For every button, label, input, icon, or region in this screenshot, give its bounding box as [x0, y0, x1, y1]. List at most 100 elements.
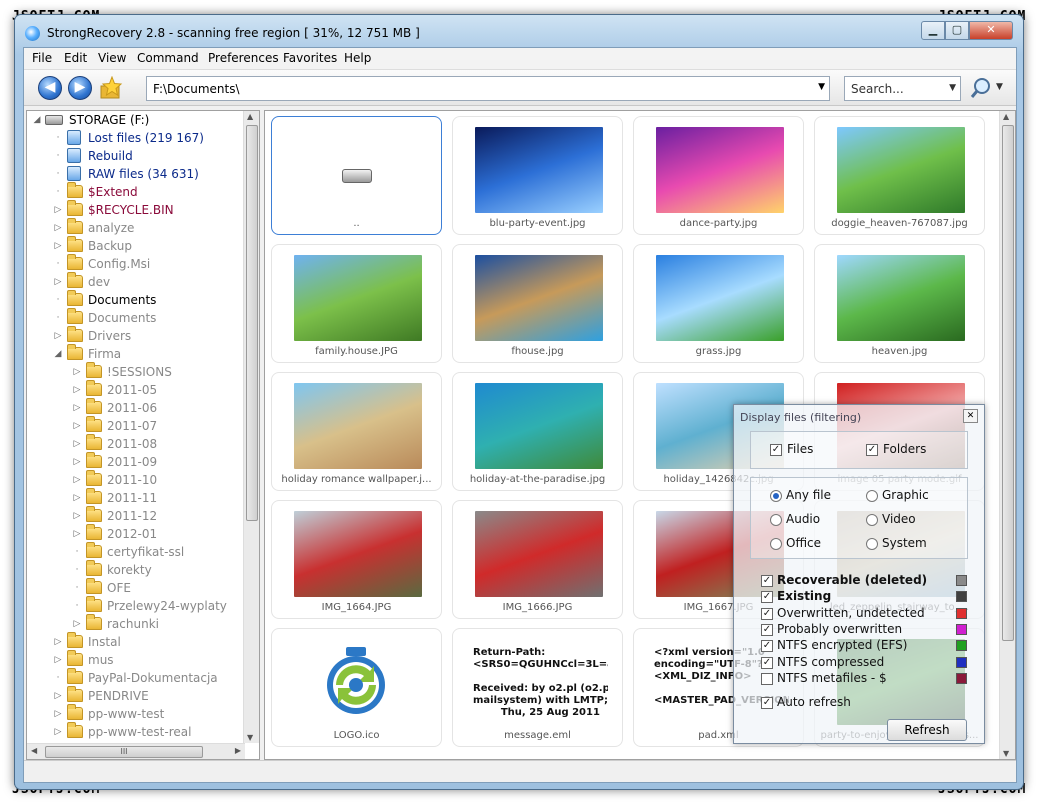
- auto-refresh-checkbox[interactable]: ✓: [761, 697, 773, 709]
- menu-favorites[interactable]: Favorites: [283, 51, 337, 65]
- thumbnail-item[interactable]: family.house.JPG: [271, 244, 442, 363]
- thumbnail-item[interactable]: grass.jpg: [633, 244, 804, 363]
- file-type-radio[interactable]: [770, 514, 782, 526]
- expand-arrow-icon[interactable]: ▷: [72, 399, 82, 417]
- tree-horizontal-scrollbar[interactable]: ◀ III ▶: [27, 743, 245, 759]
- chevron-down-icon[interactable]: ▼: [818, 82, 825, 92]
- file-type-radio[interactable]: [866, 514, 878, 526]
- expand-arrow-icon[interactable]: ▷: [53, 723, 63, 741]
- tree-item[interactable]: · Przelewy24-wyplaty: [27, 596, 241, 615]
- search-button[interactable]: [970, 77, 992, 99]
- scroll-down-icon[interactable]: ▼: [1003, 749, 1009, 758]
- tree-scroll-thumb[interactable]: [246, 125, 258, 521]
- title-bar[interactable]: StrongRecovery 2.8 - scanning free regio…: [15, 15, 1023, 47]
- expand-arrow-icon[interactable]: ◢: [32, 111, 42, 129]
- thumbnail-item[interactable]: fhouse.jpg: [452, 244, 623, 363]
- expand-arrow-icon[interactable]: ▷: [72, 489, 82, 507]
- tree-item[interactable]: ▷ 2011-07: [27, 416, 241, 435]
- menu-view[interactable]: View: [98, 51, 126, 65]
- expand-arrow-icon[interactable]: ▷: [72, 453, 82, 471]
- tree-item[interactable]: · Config.Msi: [27, 254, 241, 273]
- close-button[interactable]: ✕: [969, 21, 1013, 40]
- tree-item[interactable]: · RAW files (34 631): [27, 165, 241, 183]
- tree-item[interactable]: ▷ Backup: [27, 236, 241, 255]
- expand-arrow-icon[interactable]: ▷: [72, 435, 82, 453]
- expand-arrow-icon[interactable]: ▷: [72, 417, 82, 435]
- maximize-button[interactable]: ▢: [945, 21, 969, 40]
- expand-arrow-icon[interactable]: ▷: [72, 363, 82, 381]
- grid-vertical-scrollbar[interactable]: ▲ ▼: [999, 111, 1015, 759]
- tree-item[interactable]: ▷ $RECYCLE.BIN: [27, 200, 241, 219]
- tree-item[interactable]: · korekty: [27, 560, 241, 579]
- tree-item[interactable]: ▷ mus: [27, 650, 241, 669]
- thumbnail-item[interactable]: heaven.jpg: [814, 244, 985, 363]
- tree-item[interactable]: ▷ 2011-08: [27, 434, 241, 453]
- tree-item[interactable]: · $Extend: [27, 182, 241, 201]
- thumbnail-item[interactable]: ..: [271, 116, 442, 235]
- thumbnail-item[interactable]: holiday-at-the-paradise.jpg: [452, 372, 623, 491]
- expand-arrow-icon[interactable]: ▷: [53, 633, 63, 651]
- filter-close-button[interactable]: ✕: [963, 409, 978, 423]
- file-state-checkbox[interactable]: ✓: [761, 575, 773, 587]
- forward-button[interactable]: ▶: [68, 76, 92, 100]
- thumbnail-item[interactable]: Return-Path: <SRS0=QGUHNCcl=3L=all Recei…: [452, 628, 623, 747]
- scroll-left-icon[interactable]: ◀: [31, 746, 37, 755]
- file-state-checkbox[interactable]: ✓: [761, 591, 773, 604]
- expand-arrow-icon[interactable]: ▷: [72, 471, 82, 489]
- thumbnail-item[interactable]: LOGO.ico: [271, 628, 442, 747]
- tree-item[interactable]: ▷ pp-www-test-real: [27, 722, 241, 741]
- tree-item[interactable]: · OFE: [27, 578, 241, 597]
- file-state-checkbox[interactable]: ✓: [761, 607, 773, 620]
- thumbnail-item[interactable]: IMG_1664.JPG: [271, 500, 442, 619]
- menu-edit[interactable]: Edit: [64, 51, 87, 65]
- file-state-checkbox[interactable]: [761, 672, 773, 685]
- tree-item[interactable]: · Rebuild: [27, 147, 241, 165]
- search-options-chevron-icon[interactable]: ▼: [996, 82, 1003, 92]
- menu-file[interactable]: File: [32, 51, 52, 65]
- file-type-radio[interactable]: [770, 490, 782, 502]
- scroll-up-icon[interactable]: ▲: [247, 112, 253, 121]
- tree-item[interactable]: ▷ pp-www-test: [27, 704, 241, 723]
- tree-item[interactable]: ▷ rachunki: [27, 614, 241, 633]
- file-state-checkbox[interactable]: ✓: [761, 640, 773, 653]
- menu-help[interactable]: Help: [344, 51, 371, 65]
- file-type-radio[interactable]: [866, 490, 878, 502]
- expand-arrow-icon[interactable]: ▷: [72, 507, 82, 525]
- tree-item[interactable]: ▷ Drivers: [27, 326, 241, 345]
- file-type-radio[interactable]: [770, 538, 782, 550]
- tree-item[interactable]: ▷ !SESSIONS: [27, 362, 241, 381]
- expand-arrow-icon[interactable]: ▷: [53, 273, 63, 291]
- grid-scroll-thumb[interactable]: [1002, 125, 1014, 641]
- expand-arrow-icon[interactable]: ▷: [53, 237, 63, 255]
- tree-item[interactable]: · certyfikat-ssl: [27, 542, 241, 561]
- file-state-checkbox[interactable]: ✓: [761, 656, 773, 669]
- expand-arrow-icon[interactable]: ▷: [53, 219, 63, 237]
- folder-tree[interactable]: ◢ STORAGE (F:) · Lost files (219 167) · Rebui…: [26, 110, 260, 760]
- files-checkbox[interactable]: ✓: [770, 444, 782, 456]
- file-type-radio[interactable]: [866, 538, 878, 550]
- tree-item[interactable]: ▷ Instal: [27, 632, 241, 651]
- thumbnail-item[interactable]: dance-party.jpg: [633, 116, 804, 235]
- tree-item[interactable]: ◢ Firma: [27, 344, 241, 363]
- tree-item[interactable]: ▷ 2011-05: [27, 380, 241, 399]
- tree-item[interactable]: ▷ 2011-09: [27, 452, 241, 471]
- tree-item[interactable]: ▷ analyze: [27, 218, 241, 237]
- expand-arrow-icon[interactable]: ▷: [53, 201, 63, 219]
- thumbnail-item[interactable]: blu-party-event.jpg: [452, 116, 623, 235]
- refresh-button[interactable]: Refresh: [887, 719, 967, 741]
- tree-item[interactable]: ▷ 2011-06: [27, 398, 241, 417]
- tree-item[interactable]: · PayPal-Dokumentacja: [27, 668, 241, 687]
- minimize-button[interactable]: ▁: [921, 21, 945, 40]
- thumbnail-item[interactable]: IMG_1666.JPG: [452, 500, 623, 619]
- tree-item[interactable]: · Lost files (219 167): [27, 129, 241, 147]
- address-bar[interactable]: F:\Documents\ ▼: [146, 76, 830, 101]
- tree-item[interactable]: · Documents: [27, 290, 241, 309]
- expand-arrow-icon[interactable]: ▷: [53, 327, 63, 345]
- menu-command[interactable]: Command: [137, 51, 199, 65]
- tree-vertical-scrollbar[interactable]: ▲ ▼: [243, 111, 259, 743]
- thumbnail-item[interactable]: holiday romance wallpaper.j...: [271, 372, 442, 491]
- folders-checkbox[interactable]: ✓: [866, 444, 878, 456]
- expand-arrow-icon[interactable]: ▷: [53, 687, 63, 705]
- expand-arrow-icon[interactable]: ▷: [53, 705, 63, 723]
- chevron-down-icon[interactable]: ▼: [949, 83, 956, 93]
